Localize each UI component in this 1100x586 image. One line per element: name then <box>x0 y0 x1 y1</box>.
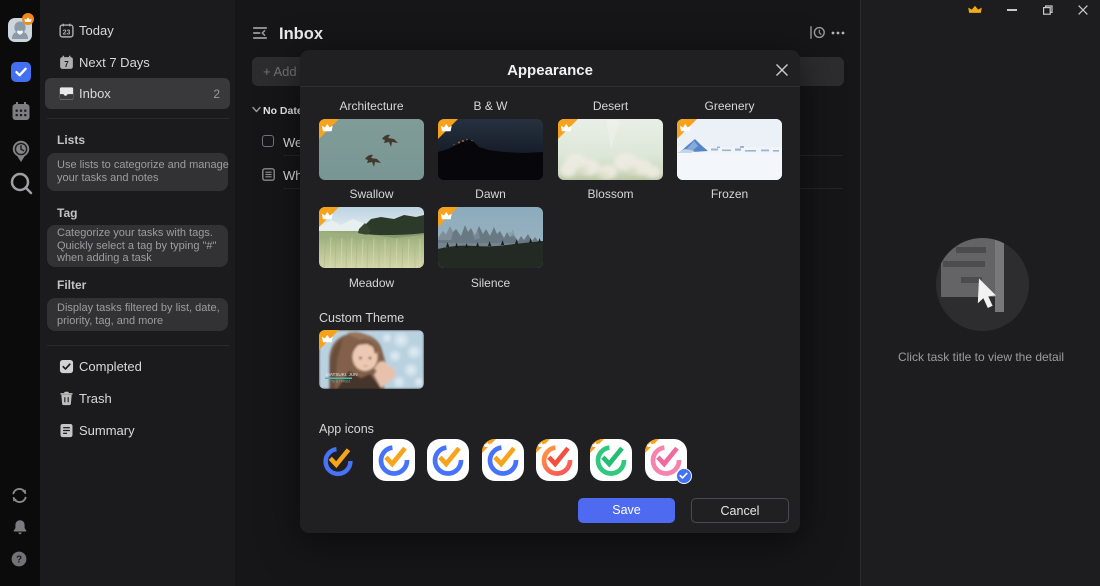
svg-text:?: ? <box>16 555 22 566</box>
svg-text:23: 23 <box>63 29 71 36</box>
svg-text:Yu & I PROJ: Yu & I PROJ <box>331 380 350 384</box>
svg-text:7: 7 <box>64 60 69 69</box>
svg-text:MATSUKI. JUN: MATSUKI. JUN <box>326 372 358 377</box>
